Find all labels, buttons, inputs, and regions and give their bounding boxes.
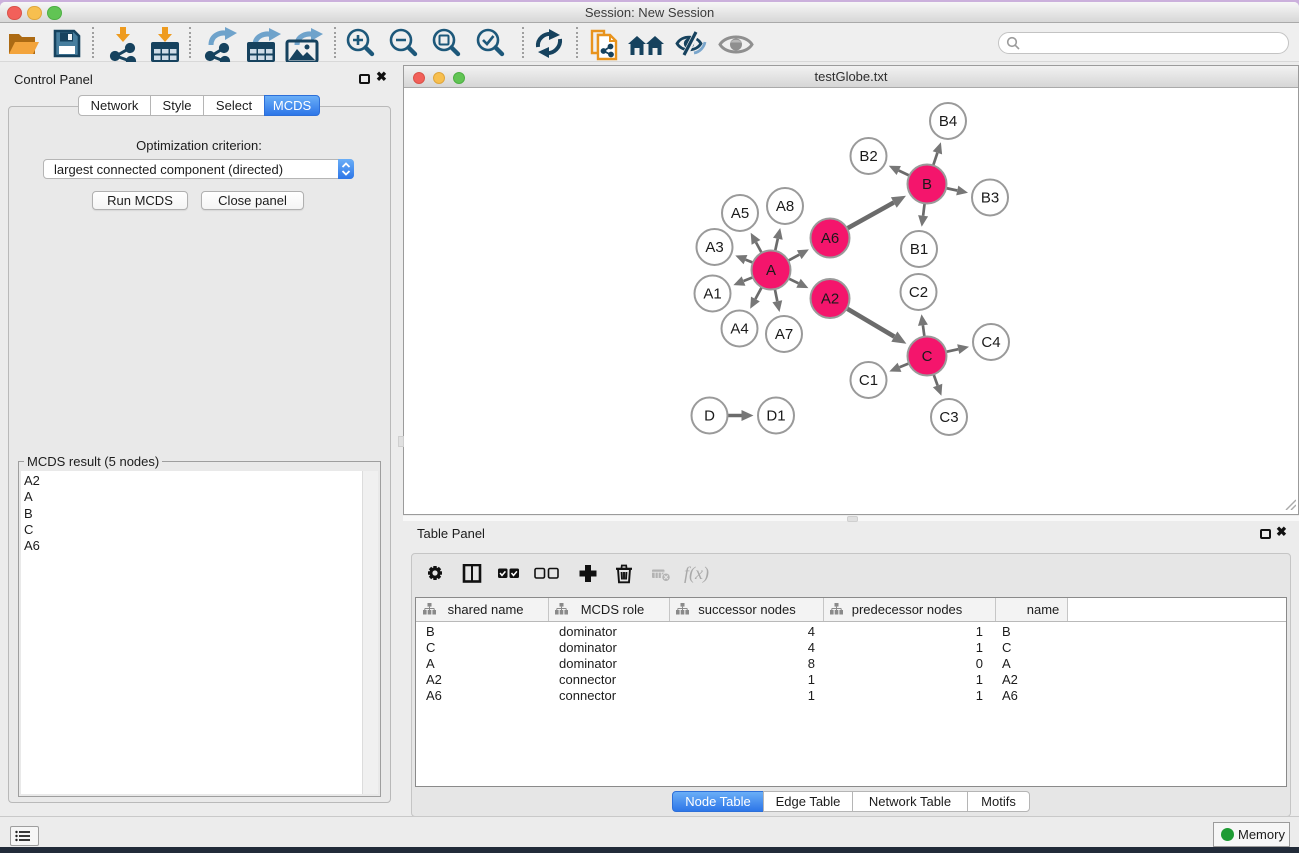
svg-text:A5: A5 [731, 205, 749, 222]
svg-text:B2: B2 [859, 148, 877, 165]
svg-text:A4: A4 [730, 321, 748, 338]
svg-text:A1: A1 [703, 286, 721, 303]
svg-text:B1: B1 [910, 241, 928, 258]
svg-text:C3: C3 [939, 409, 958, 426]
svg-text:D1: D1 [766, 408, 785, 425]
svg-text:A: A [766, 262, 776, 279]
svg-text:A8: A8 [776, 198, 794, 215]
svg-text:A6: A6 [821, 230, 839, 247]
svg-text:A2: A2 [821, 291, 839, 308]
svg-text:A3: A3 [705, 239, 723, 256]
svg-text:C1: C1 [859, 372, 878, 389]
svg-text:C2: C2 [909, 284, 928, 301]
svg-text:D: D [704, 408, 715, 425]
svg-text:C4: C4 [981, 334, 1000, 351]
svg-text:A7: A7 [775, 326, 793, 343]
svg-text:B: B [922, 176, 932, 193]
svg-text:C: C [922, 348, 933, 365]
svg-text:B3: B3 [981, 190, 999, 207]
svg-text:B4: B4 [939, 113, 957, 130]
